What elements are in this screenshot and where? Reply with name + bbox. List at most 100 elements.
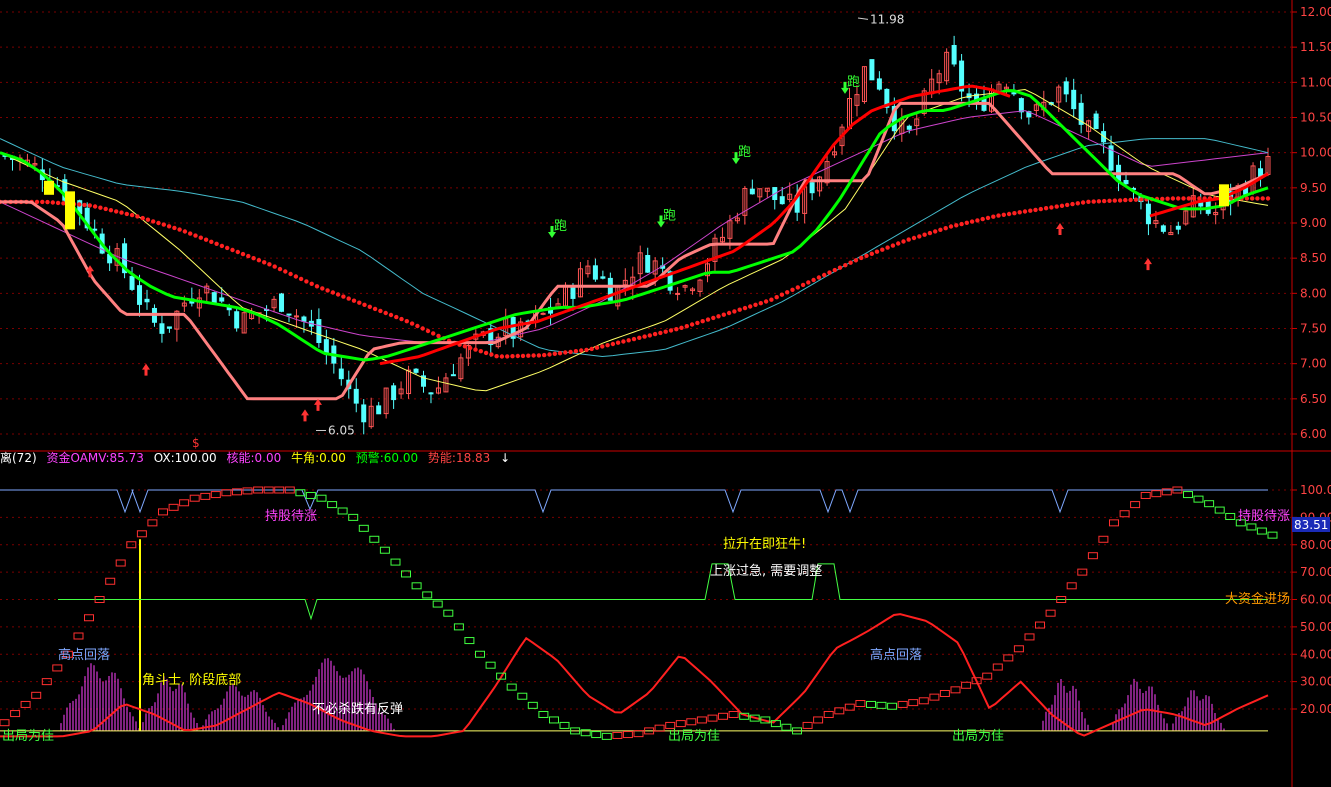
dotted-ma-point <box>579 348 584 353</box>
ox-step <box>517 692 528 700</box>
dotted-ma-point <box>420 326 425 331</box>
dotted-ma-point <box>980 216 985 222</box>
ox-step <box>115 559 126 567</box>
annotation-highfall-2: 高点回落 <box>870 647 922 663</box>
dotted-ma-point <box>626 338 631 343</box>
dotted-ma-point <box>753 302 758 307</box>
ox-step <box>559 721 570 729</box>
candle-body <box>413 368 419 373</box>
dotted-ma-point <box>1022 209 1028 214</box>
chart-canvas[interactable]: 6.00 6.50 7.00 7.50 8.00 8.50 9.00 9.50 10.00 10.… <box>0 0 1331 787</box>
ox-step <box>179 499 190 507</box>
dotted-ma-point <box>964 220 969 225</box>
dotted-ma-point <box>631 336 637 342</box>
ox-step <box>1225 512 1236 520</box>
dotted-ma-point <box>55 200 61 206</box>
dotted-ma-point <box>177 227 182 232</box>
up-arrow-icon <box>301 409 309 422</box>
candle-body <box>675 292 681 295</box>
dotted-ma-point <box>314 284 320 289</box>
dotted-ma-point <box>515 353 520 359</box>
candle-body <box>1011 92 1017 95</box>
ox-step <box>168 503 179 511</box>
dotted-ma-point <box>1075 201 1081 206</box>
annotation-hold-2: 持股待涨 <box>1238 509 1290 524</box>
dotted-ma-point <box>351 298 357 303</box>
dotted-ma-point <box>283 269 288 274</box>
ox-step <box>242 487 253 495</box>
dotted-ma-point <box>563 350 568 355</box>
dotted-ma-point <box>785 290 790 295</box>
dotted-ma-point <box>837 265 843 270</box>
dotted-ma-point <box>330 290 336 295</box>
ox-step <box>105 577 116 585</box>
dotted-ma-point <box>615 340 621 345</box>
ox-step <box>1246 523 1257 531</box>
ox-step <box>876 701 887 709</box>
dotted-ma-point <box>700 319 705 324</box>
candle-body <box>137 285 143 305</box>
dotted-ma-point <box>848 260 853 265</box>
dotted-ma-point <box>542 352 547 358</box>
dotted-ma-point <box>1181 196 1186 201</box>
dotted-ma-point <box>198 235 203 240</box>
ox-step <box>327 501 338 509</box>
dotted-ma-point <box>357 300 362 305</box>
dotted-ma-point <box>1017 210 1022 215</box>
ox-step <box>379 546 390 554</box>
indicator-warning: 预警:60.00 <box>355 451 419 465</box>
dotted-ma-point <box>959 221 964 227</box>
dotted-ma-point <box>166 224 172 229</box>
candles-group <box>2 35 1271 435</box>
osc-tick-label: 60.00 <box>1300 593 1331 607</box>
dotted-ma-point <box>880 247 885 252</box>
dotted-ma-point <box>505 354 510 359</box>
dotted-ma-point <box>425 328 431 334</box>
low-price-label: 6.05 <box>328 423 355 437</box>
dotted-ma-point <box>605 343 610 348</box>
ox-step <box>1087 552 1098 560</box>
dotted-ma-point <box>114 209 119 214</box>
price-tick-label: 10.50 <box>1300 111 1331 125</box>
dotted-ma-point <box>827 270 832 275</box>
dotted-ma-point <box>711 315 716 321</box>
up-arrow-icon <box>142 363 150 376</box>
ma-cyan-line <box>0 138 1269 358</box>
ox-step <box>337 507 348 515</box>
dotted-ma-point <box>246 253 251 259</box>
dotted-ma-point <box>272 264 277 269</box>
ox-step <box>158 508 168 516</box>
indicator-oamv: 资金OAMV:85.73 <box>46 451 144 465</box>
ox-step <box>601 732 612 740</box>
dotted-ma-point <box>378 308 383 314</box>
ox-step <box>834 707 845 715</box>
dollar-marker: $ <box>192 436 200 450</box>
dotted-ma-point <box>388 312 394 318</box>
dotted-ma-point <box>1176 196 1181 201</box>
dotted-ma-point <box>822 272 827 278</box>
dotted-ma-point <box>790 287 795 292</box>
price-tick-label: 6.50 <box>1300 392 1327 406</box>
candle-body <box>1145 203 1151 225</box>
dotted-ma-point <box>409 321 415 326</box>
dotted-ma-point <box>637 335 642 340</box>
candle-body <box>749 188 755 195</box>
dotted-ma-point <box>1054 204 1059 209</box>
dotted-ma-point <box>705 317 711 322</box>
dotted-ma-point <box>954 223 959 228</box>
dotted-ma-point <box>589 346 594 352</box>
candle-body <box>1071 89 1077 110</box>
ox-step <box>622 731 633 739</box>
dotted-ma-point <box>1260 196 1265 201</box>
dotted-ma-point <box>45 199 50 205</box>
dotted-ma-point <box>885 245 890 250</box>
ox-step <box>73 632 84 640</box>
dotted-ma-point <box>806 280 811 285</box>
dotted-ma-point <box>1165 196 1170 201</box>
ox-step <box>961 681 972 689</box>
dotted-ma-point <box>140 215 145 221</box>
dotted-ma-point <box>800 282 806 288</box>
price-tick-label: 8.50 <box>1300 251 1327 265</box>
ox-step <box>20 700 31 708</box>
ox-step <box>1214 506 1225 514</box>
